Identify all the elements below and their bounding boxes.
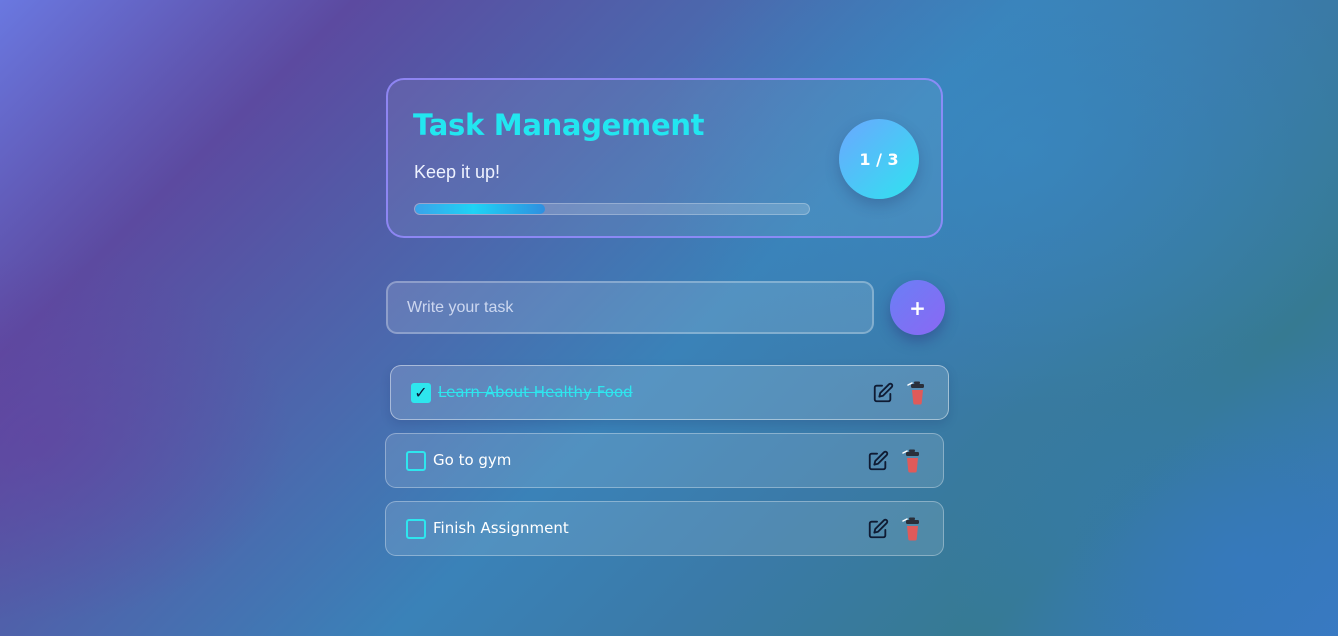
task-text: Learn About Healthy Food bbox=[438, 383, 633, 401]
task-text: Go to gym bbox=[433, 451, 512, 469]
task-text: Finish Assignment bbox=[433, 519, 569, 537]
progress-bar-fill bbox=[415, 204, 546, 214]
task-checkbox[interactable]: ✓ bbox=[411, 383, 431, 403]
edit-icon[interactable] bbox=[867, 450, 889, 472]
page-title: Task Management bbox=[413, 108, 705, 142]
progress-card: Task Management Keep it up! 1 / 3 bbox=[386, 78, 943, 238]
task-item[interactable]: Go to gym bbox=[385, 433, 944, 488]
task-input[interactable] bbox=[386, 281, 874, 334]
task-checkbox[interactable] bbox=[406, 451, 426, 471]
task-counter-badge: 1 / 3 bbox=[839, 119, 919, 199]
task-checkbox[interactable] bbox=[406, 519, 426, 539]
trash-can-icon[interactable] bbox=[905, 380, 929, 406]
trash-can-icon[interactable] bbox=[900, 448, 924, 474]
task-item[interactable]: Finish Assignment bbox=[385, 501, 944, 556]
add-task-button[interactable]: + bbox=[890, 280, 945, 335]
trash-can-icon[interactable] bbox=[900, 516, 924, 542]
edit-icon[interactable] bbox=[872, 382, 894, 404]
progress-bar bbox=[414, 203, 810, 215]
task-item[interactable]: ✓ Learn About Healthy Food bbox=[390, 365, 949, 420]
edit-icon[interactable] bbox=[867, 518, 889, 540]
progress-message: Keep it up! bbox=[414, 162, 501, 182]
